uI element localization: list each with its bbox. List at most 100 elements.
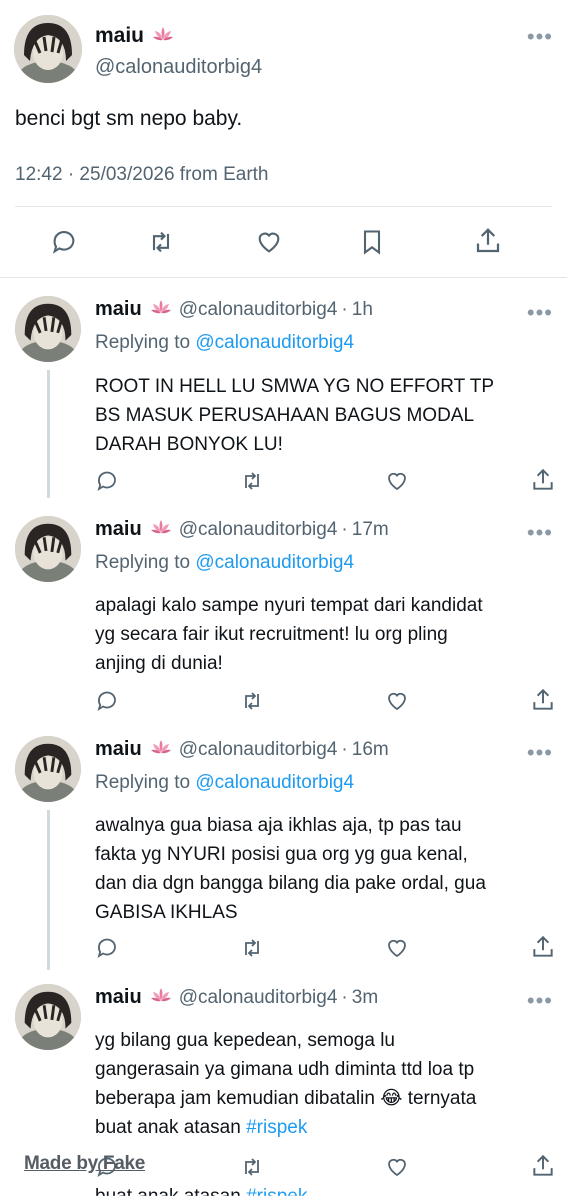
reply-line: buat anak atasan #rispek	[95, 1113, 550, 1142]
replying-to: Replying to @calonauditorbig4	[95, 332, 354, 354]
like-icon[interactable]	[385, 936, 409, 960]
display-name[interactable]: maiu	[95, 738, 142, 761]
share-icon[interactable]	[530, 467, 556, 493]
avatar[interactable]	[15, 984, 81, 1050]
reply-text: awalnya gua biasa aja ikhlas aja, tp pas…	[95, 811, 550, 927]
more-icon[interactable]: •••	[527, 26, 553, 48]
reply-header: maiu @calonauditorbig4 · 17m	[95, 518, 389, 541]
reply-time[interactable]: 16m	[352, 739, 389, 761]
retweet-icon[interactable]	[147, 228, 175, 256]
separator: ·	[341, 298, 348, 320]
ghost-text: buat anak atasan	[95, 1186, 241, 1200]
handle[interactable]: @calonauditorbig4	[179, 739, 338, 761]
reply-icon[interactable]	[95, 689, 119, 713]
avatar[interactable]	[14, 15, 82, 83]
reply-line: gangerasain ya gimana udh diminta ttd lo…	[95, 1059, 475, 1080]
more-icon[interactable]: •••	[527, 742, 553, 764]
handle[interactable]: @calonauditorbig4	[179, 987, 338, 1009]
display-name[interactable]: maiu	[95, 24, 174, 48]
share-icon[interactable]	[530, 934, 556, 960]
reply-line-text: beberapa jam kemudian dibatalin	[95, 1088, 375, 1109]
display-name[interactable]: maiu	[95, 518, 142, 541]
lotus-icon	[150, 987, 172, 1009]
share-icon[interactable]	[530, 687, 556, 713]
handle[interactable]: @calonauditorbig4	[95, 56, 262, 79]
reply-text: ROOT IN HELL LU SMWA YG NO EFFORT TP BS …	[95, 372, 550, 459]
bookmark-icon[interactable]	[358, 228, 386, 256]
separator: ·	[341, 738, 348, 760]
display-name-text: maiu	[95, 24, 145, 47]
handle[interactable]: @calonauditorbig4	[179, 299, 338, 321]
reply-line-text: buat anak atasan	[95, 1117, 241, 1138]
reply-line: apalagi kalo sampe nyuri tempat dari kan…	[95, 595, 483, 616]
action-bar	[0, 466, 567, 500]
more-icon[interactable]: •••	[527, 302, 553, 324]
reply-text: apalagi kalo sampe nyuri tempat dari kan…	[95, 591, 550, 678]
display-name[interactable]: maiu	[95, 986, 142, 1009]
watermark-text: Made by Fake	[24, 1153, 146, 1174]
reply-line: ROOT IN HELL LU SMWA YG NO EFFORT TP	[95, 376, 495, 397]
reply-icon[interactable]	[95, 469, 119, 493]
action-bar	[0, 933, 567, 967]
replying-prefix: Replying to	[95, 772, 191, 793]
like-icon[interactable]	[385, 1155, 409, 1179]
reply-header: maiu @calonauditorbig4 · 16m	[95, 738, 389, 761]
avatar[interactable]	[15, 296, 81, 362]
reply-line: beberapa jam kemudian dibatalin 😂 ternya…	[95, 1084, 550, 1113]
reply-text: yg bilang gua kepedean, semoga lu ganger…	[95, 1026, 550, 1142]
tweet-timestamp: 12:42 · 25/03/2026 from Earth	[15, 164, 269, 185]
retweet-icon[interactable]	[240, 936, 264, 960]
like-icon[interactable]	[385, 469, 409, 493]
separator: ·	[341, 986, 348, 1008]
lotus-icon	[150, 519, 172, 541]
replying-to: Replying to @calonauditorbig4	[95, 772, 354, 794]
reply-line-text: ternyata	[407, 1088, 477, 1109]
separator: ·	[341, 518, 348, 540]
reply-time[interactable]: 3m	[352, 987, 378, 1009]
hashtag-link[interactable]: #rispek	[246, 1117, 307, 1138]
lotus-icon	[150, 299, 172, 321]
lotus-icon	[152, 24, 174, 48]
display-name[interactable]: maiu	[95, 298, 142, 321]
share-icon[interactable]	[530, 1153, 556, 1179]
more-icon[interactable]: •••	[527, 522, 553, 544]
action-bar	[0, 222, 567, 262]
reply-line: yg bilang gua kepedean, semoga lu	[95, 1030, 396, 1051]
avatar[interactable]	[15, 516, 81, 582]
like-icon[interactable]	[385, 689, 409, 713]
like-icon[interactable]	[255, 228, 283, 256]
reply-line: anjing di dunia!	[95, 653, 223, 674]
replying-handle-link[interactable]: @calonauditorbig4	[195, 332, 354, 353]
retweet-icon[interactable]	[240, 1155, 264, 1179]
reply-time[interactable]: 1h	[352, 299, 373, 321]
share-icon[interactable]	[473, 226, 503, 256]
reply-line: GABISA IKHLAS	[95, 902, 238, 923]
reply-icon[interactable]	[50, 228, 78, 256]
replying-prefix: Replying to	[95, 332, 191, 353]
replying-handle-link[interactable]: @calonauditorbig4	[195, 552, 354, 573]
reply-line: yg secara fair ikut recruitment! lu org …	[95, 624, 448, 645]
tweet-text: benci bgt sm nepo baby.	[15, 107, 243, 130]
reply-line: BS MASUK PERUSAHAAN BAGUS MODAL	[95, 405, 475, 426]
action-bar	[0, 686, 567, 720]
reply-header: maiu @calonauditorbig4 · 3m	[95, 986, 378, 1009]
handle[interactable]: @calonauditorbig4	[179, 519, 338, 541]
ghost-hashtag: #rispek	[246, 1186, 308, 1200]
ghost-text-line: buat anak atasan #rispek	[95, 1186, 308, 1200]
laughing-emoji: 😂	[380, 1088, 403, 1109]
reply-time[interactable]: 17m	[352, 519, 389, 541]
retweet-icon[interactable]	[240, 689, 264, 713]
divider	[15, 206, 552, 207]
avatar[interactable]	[15, 736, 81, 802]
more-icon[interactable]: •••	[527, 990, 553, 1012]
reply-line: awalnya gua biasa aja ikhlas aja, tp pas…	[95, 815, 462, 836]
section-divider	[0, 277, 567, 278]
lotus-icon	[150, 739, 172, 761]
reply-icon[interactable]	[95, 936, 119, 960]
reply-line: fakta yg NYURI posisi gua org yg gua ken…	[95, 844, 468, 865]
replying-to: Replying to @calonauditorbig4	[95, 552, 354, 574]
reply-line: dan dia dgn bangga bilang dia pake ordal…	[95, 873, 486, 894]
replying-handle-link[interactable]: @calonauditorbig4	[195, 772, 354, 793]
reply-header: maiu @calonauditorbig4 · 1h	[95, 298, 373, 321]
retweet-icon[interactable]	[240, 469, 264, 493]
